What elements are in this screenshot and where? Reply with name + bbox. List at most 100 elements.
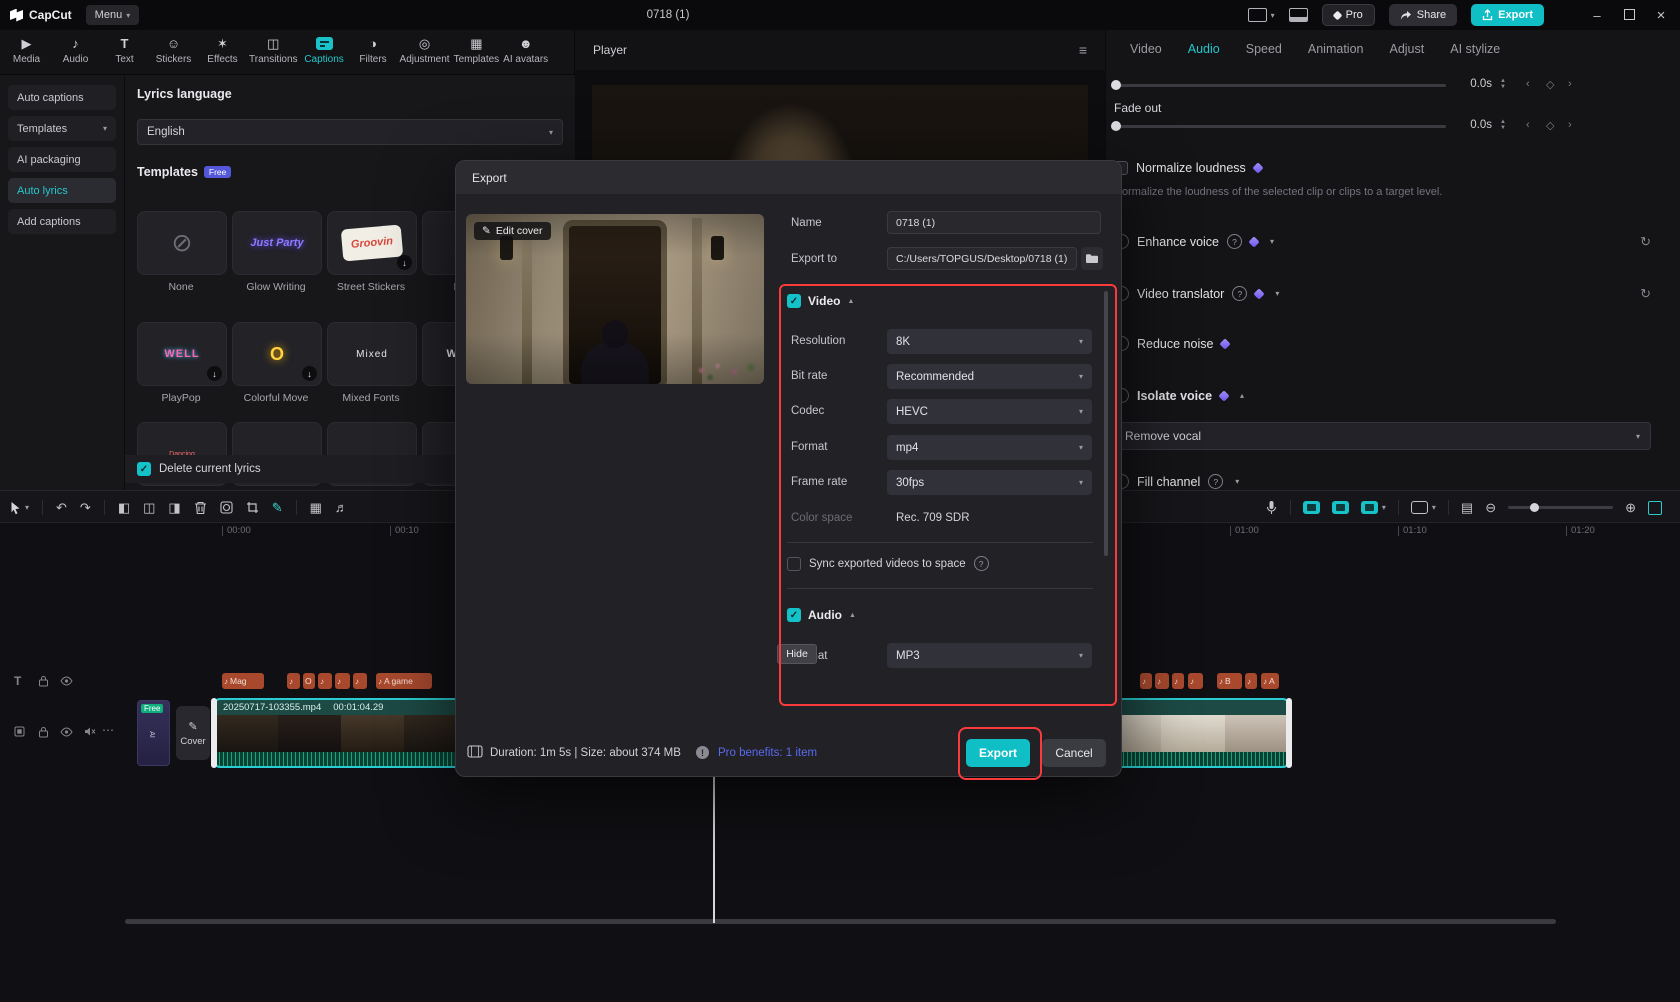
clip-trim-handle-left[interactable] <box>211 698 217 768</box>
tab-audio[interactable]: Audio <box>1188 42 1220 56</box>
eye-icon[interactable] <box>60 676 73 686</box>
tab-templates[interactable]: ▦ Templates <box>452 35 502 74</box>
tab-adjust[interactable]: Adjust <box>1389 42 1424 56</box>
keyframe-diamond-icon[interactable]: ◇ <box>1546 78 1554 91</box>
reset-icon[interactable]: ↻ <box>1640 286 1651 302</box>
crop-icon[interactable] <box>246 501 259 514</box>
lock-icon[interactable] <box>38 726 49 738</box>
track-options-button[interactable]: ▾ <box>1360 501 1386 514</box>
tab-adjustment[interactable]: ◎ Adjustment <box>398 35 452 74</box>
template-card-none[interactable]: ⊘ <box>137 211 227 275</box>
tab-media[interactable]: ▶ Media <box>2 35 51 74</box>
cancel-button[interactable]: Cancel <box>1042 739 1106 767</box>
export-path-input[interactable]: C:/Users/TOPGUS/Desktop/0718 (1).... <box>887 247 1077 270</box>
player-layout-button[interactable]: ▾ <box>1247 8 1275 22</box>
fade-out-slider[interactable] <box>1114 125 1446 128</box>
tab-stickers[interactable]: ☺ Stickers <box>149 35 198 74</box>
audio-segment[interactable]: ♪ <box>1188 673 1203 689</box>
fade-out-value[interactable]: 0.0s <box>1450 119 1492 131</box>
redo-icon[interactable]: ↷ <box>80 501 91 514</box>
sidebar-item-auto-captions[interactable]: Auto captions <box>8 85 116 110</box>
text-track-icon[interactable]: T <box>14 675 21 687</box>
keyframe-diamond-icon[interactable]: ◇ <box>1546 119 1554 132</box>
tab-ai-avatars[interactable]: ☻ AI avatars <box>501 35 550 74</box>
fit-timeline-icon[interactable] <box>1648 500 1662 515</box>
lock-icon[interactable] <box>38 675 49 687</box>
audio-segment[interactable]: ♪ Mag <box>222 673 264 689</box>
audio-segment[interactable]: ♪ <box>335 673 350 689</box>
pro-benefits-link[interactable]: Pro benefits: 1 item <box>718 747 817 759</box>
tab-speed[interactable]: Speed <box>1246 42 1282 56</box>
fade-out-slider-handle[interactable] <box>1111 121 1121 131</box>
collapse-icon[interactable]: ▲ <box>849 612 856 619</box>
video-checkbox[interactable]: ✓ <box>787 294 801 308</box>
maximize-button[interactable] <box>1620 8 1638 23</box>
delete-lyrics-checkbox[interactable]: ✓ <box>137 462 151 476</box>
dialog-scrollbar[interactable] <box>1104 291 1108 556</box>
tab-video[interactable]: Video <box>1130 42 1162 56</box>
menu-button[interactable]: Menu ▾ <box>85 5 140 25</box>
template-card-playpop[interactable]: WELL ↓ <box>137 322 227 386</box>
keyframe-next-icon[interactable]: › <box>1568 78 1572 90</box>
minimize-button[interactable]: – <box>1588 8 1606 23</box>
split-left-icon[interactable]: ◧ <box>118 501 130 514</box>
name-input[interactable]: 0718 (1) <box>887 211 1101 234</box>
keyframe-prev-icon[interactable]: ‹ <box>1526 119 1530 131</box>
reset-icon[interactable]: ↻ <box>1640 234 1651 250</box>
collapse-icon[interactable]: ▲ <box>847 298 854 305</box>
share-button[interactable]: Share <box>1388 4 1458 26</box>
template-card-street-stickers[interactable]: Groovin ↓ <box>327 211 417 275</box>
record-mic-icon[interactable] <box>1265 500 1278 515</box>
remove-vocal-select[interactable]: Remove vocal ▾ <box>1114 422 1651 450</box>
frames-icon[interactable]: ▦ <box>310 501 322 514</box>
zoom-in-icon[interactable]: ⊕ <box>1625 501 1636 514</box>
mute-speaker-icon[interactable] <box>84 726 96 737</box>
ai-pen-icon[interactable]: ✎ <box>272 501 283 514</box>
bitrate-select[interactable]: Recommended ▾ <box>887 364 1092 389</box>
sidebar-item-auto-lyrics[interactable]: Auto lyrics <box>8 178 116 203</box>
framerate-select[interactable]: 30fps ▾ <box>887 470 1092 495</box>
tab-text[interactable]: T Text <box>100 35 149 74</box>
export-button-top[interactable]: Export <box>1471 4 1544 26</box>
audio-segment[interactable]: ♪ <box>318 673 332 689</box>
mask-icon[interactable] <box>220 501 233 514</box>
language-select[interactable]: English ▾ <box>137 119 563 145</box>
auto-cut-icon[interactable] <box>1302 501 1320 514</box>
fade-in-stepper[interactable]: ▲ ▼ <box>1500 78 1506 90</box>
panel-layout-icon[interactable] <box>1288 8 1308 22</box>
codec-select[interactable]: HEVC ▾ <box>887 399 1092 424</box>
tab-effects[interactable]: ✶ Effects <box>198 35 247 74</box>
audio-segment[interactable]: ♪ B <box>1217 673 1242 689</box>
fade-in-value[interactable]: 0.0s <box>1450 78 1492 90</box>
preview-frames-icon[interactable]: ▤ <box>1461 501 1473 514</box>
delete-icon[interactable] <box>194 501 207 515</box>
audio-segment[interactable]: ♪ <box>353 673 367 689</box>
sidebar-item-add-captions[interactable]: Add captions <box>8 209 116 234</box>
video-track-icon[interactable] <box>14 726 25 737</box>
template-card-mixed-fonts[interactable]: Mixed <box>327 322 417 386</box>
timeline-zoom-slider[interactable] <box>1508 503 1614 512</box>
undo-icon[interactable]: ↶ <box>56 501 67 514</box>
audio-checkbox[interactable]: ✓ <box>787 608 801 622</box>
zoom-out-icon[interactable]: ⊖ <box>1485 501 1496 514</box>
link-clips-icon[interactable] <box>1331 501 1349 514</box>
audio-segment[interactable]: ♪ <box>1140 673 1152 689</box>
audio-segment[interactable]: O <box>303 673 315 689</box>
zoom-slider-handle[interactable] <box>1530 503 1540 512</box>
fade-out-stepper[interactable]: ▲ ▼ <box>1500 119 1506 131</box>
folder-picker-button[interactable] <box>1081 247 1103 270</box>
sidebar-item-templates[interactable]: Templates ▾ <box>8 116 116 141</box>
audio-segment[interactable]: ♪ <box>287 673 300 689</box>
close-button[interactable]: × <box>1652 7 1670 24</box>
pro-badge[interactable]: Pro <box>1321 4 1375 26</box>
sync-checkbox[interactable] <box>787 556 801 571</box>
resolution-select[interactable]: 8K ▾ <box>887 329 1092 354</box>
tab-captions[interactable]: Captions <box>300 35 349 74</box>
sidebar-item-ai-packaging[interactable]: AI packaging <box>8 147 116 172</box>
clip-options-button[interactable]: ▾ <box>1410 501 1436 514</box>
fade-in-slider[interactable] <box>1114 84 1446 87</box>
extract-audio-icon[interactable]: ♬ <box>335 501 348 514</box>
player-menu-icon[interactable]: ≡ <box>1079 42 1087 58</box>
tab-animation[interactable]: Animation <box>1308 42 1364 56</box>
keyframe-next-icon[interactable]: › <box>1568 119 1572 131</box>
